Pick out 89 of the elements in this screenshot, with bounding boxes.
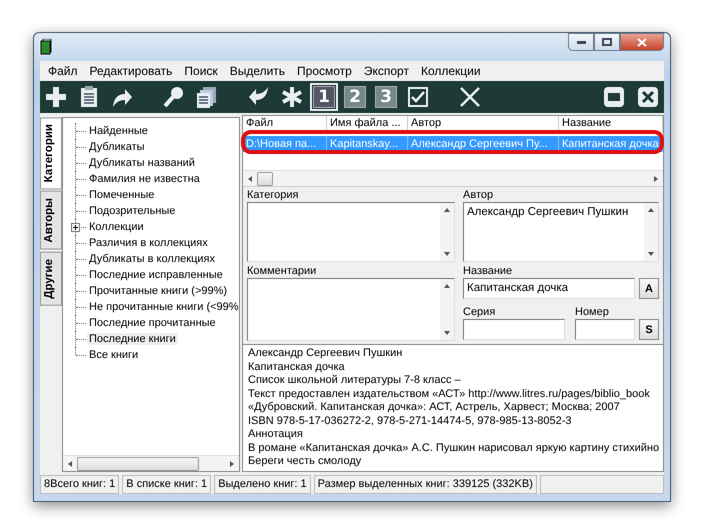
pages-icon[interactable] bbox=[195, 85, 219, 109]
scroll-arrow-icon[interactable] bbox=[647, 250, 655, 258]
scroll-arrow-icon[interactable] bbox=[443, 206, 451, 214]
status-text: Размер выделенных книг: 339125 (332KB) bbox=[314, 475, 537, 494]
annotation-line: В романе «Капитанская дочка» А.С. Пушкин нарисовал яркую картину стихийно bbox=[248, 442, 658, 455]
column-header[interactable]: Автор bbox=[408, 116, 559, 133]
column-header[interactable]: Файл bbox=[243, 116, 327, 133]
status-text: 8Всего книг: 1 bbox=[40, 475, 120, 494]
scroll-arrow-icon[interactable] bbox=[443, 250, 451, 258]
menu-item[interactable]: Просмотр bbox=[291, 64, 358, 78]
view-button[interactable]: 3 bbox=[375, 86, 397, 108]
tree-item[interactable]: Не прочитанные книги (<99% bbox=[87, 301, 241, 313]
menu-item[interactable]: Файл bbox=[42, 64, 84, 78]
horizontal-scrollbar[interactable] bbox=[243, 170, 663, 186]
close-icon[interactable] bbox=[636, 85, 660, 109]
maximize-icon[interactable] bbox=[602, 85, 626, 109]
status-text: В списке книг: 1 bbox=[122, 475, 212, 494]
tree-item[interactable]: Помеченные bbox=[87, 189, 156, 201]
tree-item[interactable]: Все книги bbox=[87, 349, 140, 361]
menu-item[interactable]: Поиск bbox=[178, 64, 224, 78]
scroll-arrow-icon[interactable] bbox=[228, 460, 236, 468]
scroll-arrow-icon[interactable] bbox=[647, 206, 655, 214]
scroll-arrow-icon[interactable] bbox=[246, 174, 254, 182]
annotation-line: Список школьной литературы 7-8 класс – bbox=[248, 374, 462, 388]
tree-item[interactable]: Коллекции bbox=[87, 221, 146, 233]
maximize-button[interactable] bbox=[594, 33, 620, 51]
field-label: Комментарии bbox=[247, 265, 318, 278]
author-button[interactable]: A bbox=[639, 278, 659, 299]
tree-item[interactable]: Последние исправленные bbox=[87, 269, 225, 281]
minimize-icon bbox=[576, 40, 586, 44]
tree-item[interactable]: Прочитанные книги (>99%) bbox=[87, 285, 230, 297]
tree-item[interactable]: Подозрительные bbox=[87, 205, 178, 217]
menu-item[interactable]: Выделить bbox=[224, 64, 292, 78]
side-tab[interactable]: Другие bbox=[40, 252, 62, 306]
tree-item[interactable]: Фамилия не известна bbox=[87, 173, 202, 185]
annotation-line: Береги честь смолоду bbox=[248, 455, 362, 468]
tree-item[interactable]: Дубликаты в коллекциях bbox=[87, 253, 217, 265]
scroll-arrow-icon[interactable] bbox=[443, 282, 451, 290]
side-tab[interactable]: Категории bbox=[40, 117, 62, 190]
field-label: Номер bbox=[575, 306, 610, 319]
author-field[interactable]: Александр Сергеевич Пушкин bbox=[463, 202, 659, 262]
category-field[interactable] bbox=[247, 202, 455, 262]
menu-item[interactable]: Редактировать bbox=[84, 64, 178, 78]
close-button[interactable] bbox=[620, 33, 664, 51]
book-icon bbox=[40, 39, 52, 55]
horizontal-scrollbar[interactable] bbox=[63, 455, 239, 471]
field-label: Автор bbox=[463, 189, 494, 202]
number-field[interactable] bbox=[575, 319, 635, 340]
field-label: Название bbox=[463, 265, 514, 278]
scroll-thumb[interactable] bbox=[257, 172, 273, 186]
tree-item[interactable]: Дубликаты bbox=[87, 141, 147, 153]
tree-item[interactable]: Последние книги bbox=[87, 333, 178, 345]
field-label: Серия bbox=[463, 306, 496, 319]
scroll-arrow-icon[interactable] bbox=[443, 329, 451, 337]
asterisk-icon[interactable] bbox=[280, 85, 304, 109]
minimize-button[interactable] bbox=[568, 33, 594, 51]
checkbox-icon[interactable] bbox=[406, 85, 430, 109]
series-field[interactable] bbox=[463, 319, 565, 340]
menu-item[interactable]: Коллекции bbox=[414, 64, 487, 78]
scroll-thumb[interactable] bbox=[77, 456, 199, 470]
tree-item[interactable]: Различия в коллекциях bbox=[87, 237, 210, 249]
view-button[interactable]: 1 bbox=[313, 86, 335, 108]
side-tab[interactable]: Авторы bbox=[40, 191, 62, 250]
annotation-line: ISBN 978-5-17-036272-2, 978-5-271-14474-5, 978-985-13-8052-3 bbox=[248, 414, 573, 428]
field-label: Категория bbox=[247, 189, 300, 202]
menu-item[interactable]: Экспорт bbox=[358, 64, 415, 78]
tree-item[interactable]: Найденные bbox=[87, 125, 150, 137]
close-icon bbox=[637, 38, 647, 46]
annotation-line: Александр Сергеевич Пушкин bbox=[248, 347, 404, 360]
column-header[interactable]: Имя файла ... bbox=[327, 116, 408, 133]
series-button[interactable]: S bbox=[639, 319, 659, 340]
maximize-icon bbox=[602, 38, 612, 46]
annotation-line: «Дубровский. Капитанская дочка»: АСТ, Астрель, Харвест; Москва; 2007 bbox=[248, 401, 621, 414]
scroll-arrow-icon[interactable] bbox=[652, 174, 660, 182]
comments-field[interactable] bbox=[247, 278, 455, 341]
annotation-line: Капитанская дочка bbox=[248, 360, 346, 374]
view-button[interactable]: 2 bbox=[344, 86, 366, 108]
close-icon[interactable] bbox=[458, 85, 482, 109]
status-text: Выделено книг: 1 bbox=[214, 475, 311, 494]
annotation-line: Текст предоставлен издательством «АСТ» http://www.litres.ru/pages/biblio_book bbox=[248, 388, 651, 401]
column-header[interactable]: Название bbox=[559, 116, 663, 133]
plus-icon[interactable] bbox=[44, 85, 68, 109]
tree-item[interactable]: Дубликаты названий bbox=[87, 157, 197, 169]
plus-icon[interactable] bbox=[71, 223, 80, 232]
tree-item[interactable]: Последние прочитанные bbox=[87, 317, 218, 329]
search-icon[interactable] bbox=[162, 85, 186, 109]
title-field[interactable]: Капитанская дочка bbox=[463, 278, 635, 299]
scroll-arrow-icon[interactable] bbox=[66, 460, 74, 468]
annotation-line: Аннотация bbox=[248, 428, 304, 442]
